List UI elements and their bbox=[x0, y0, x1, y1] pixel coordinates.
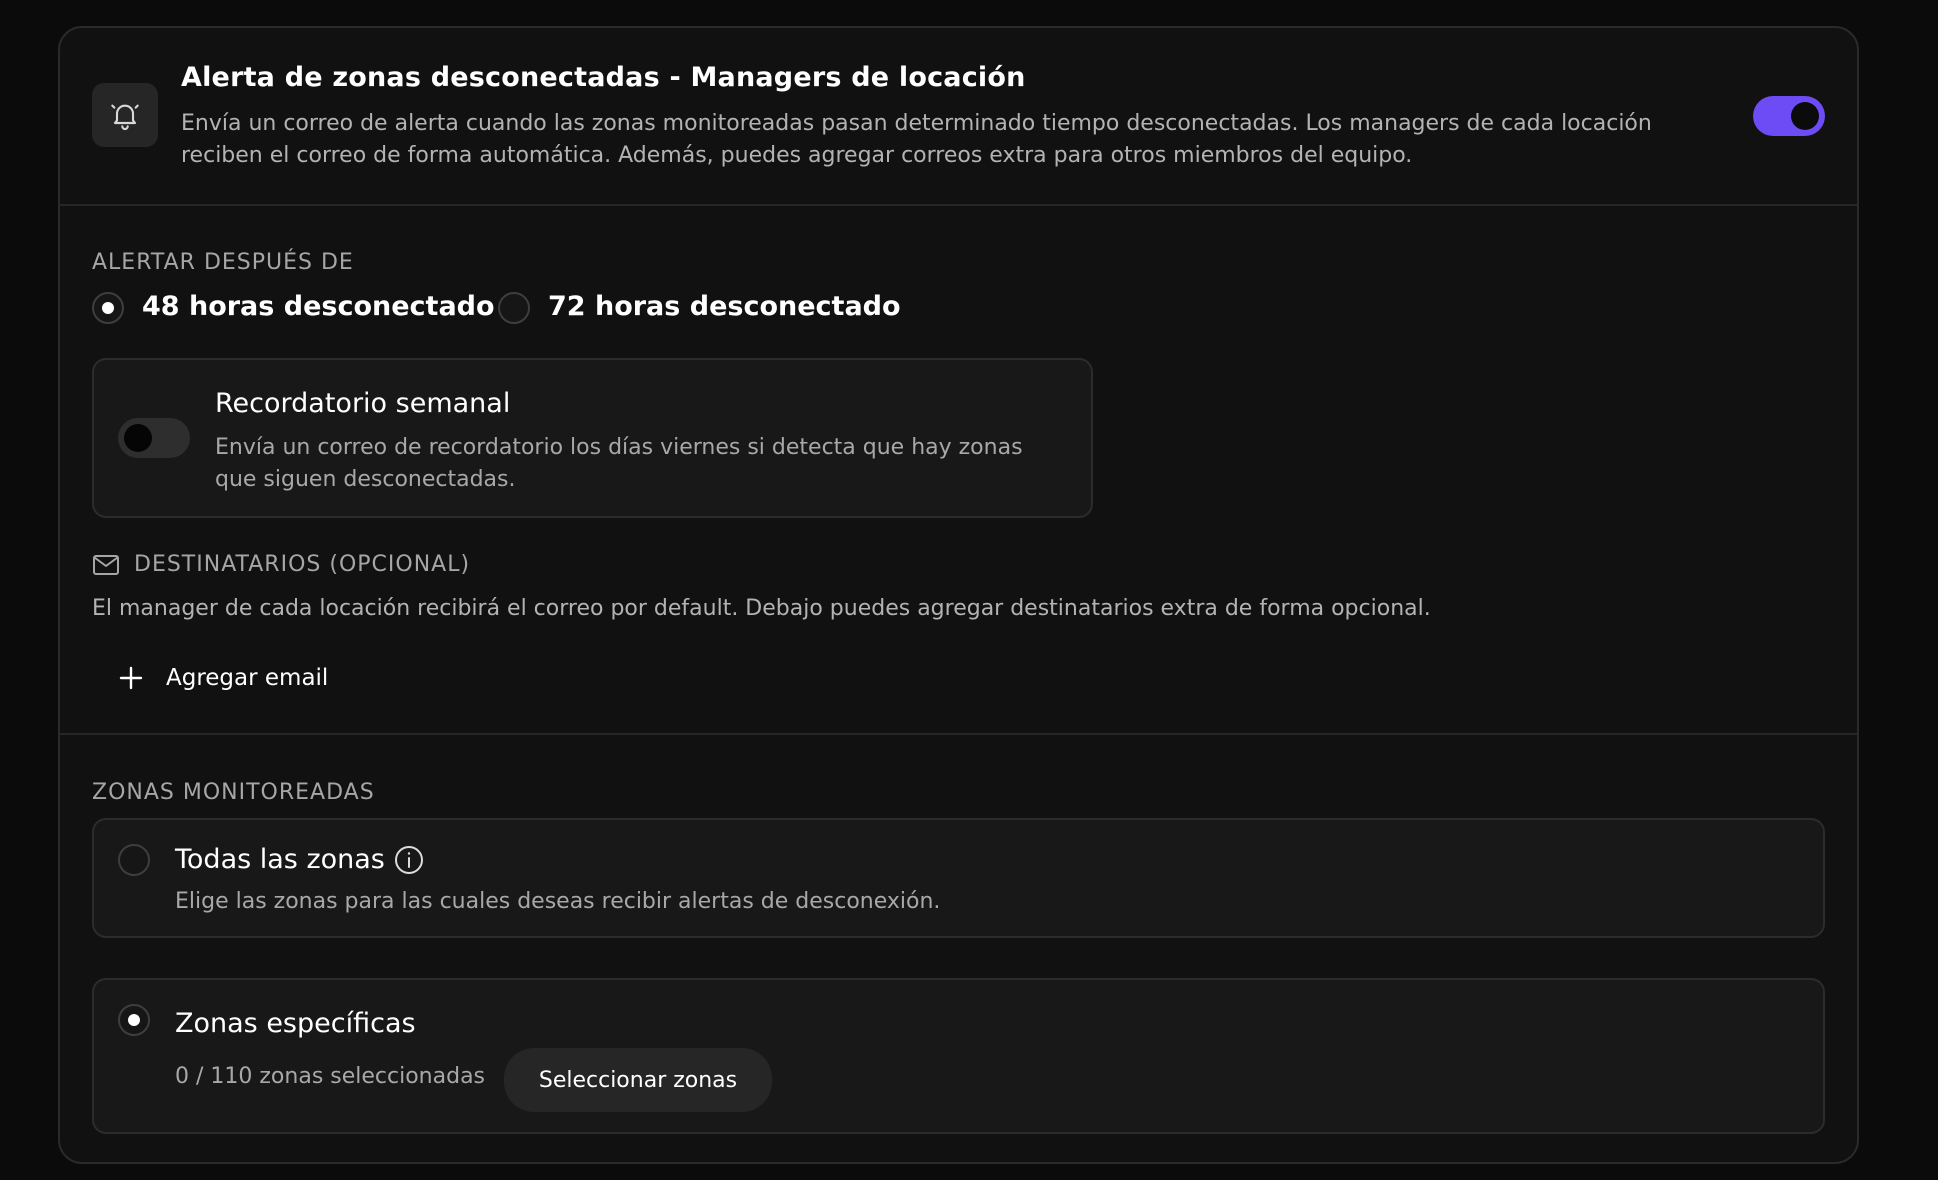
info-icon[interactable] bbox=[393, 844, 425, 876]
all-zones-title: Todas las zonas bbox=[175, 844, 385, 875]
weekly-reminder-title: Recordatorio semanal bbox=[215, 388, 511, 419]
radio-specific-zones[interactable] bbox=[118, 1004, 150, 1036]
radio-all-zones[interactable] bbox=[118, 844, 150, 876]
select-zones-button[interactable]: Seleccionar zonas bbox=[504, 1048, 772, 1112]
add-email-button[interactable]: Agregar email bbox=[118, 658, 328, 698]
alert-description: Envía un correo de alerta cuando las zon… bbox=[181, 111, 1652, 168]
mail-icon bbox=[93, 555, 119, 575]
disconnected-zones-alert-card: Alerta de zonas desconectadas - Managers… bbox=[58, 26, 1859, 1164]
weekly-reminder-description: Envía un correo de recordatorio los días… bbox=[215, 435, 1023, 492]
toggle-knob bbox=[1791, 102, 1819, 130]
specific-zones-title: Zonas específicas bbox=[175, 1008, 416, 1039]
add-email-label: Agregar email bbox=[166, 665, 329, 691]
alert-enabled-toggle[interactable] bbox=[1753, 96, 1825, 136]
alert-header: Alerta de zonas desconectadas - Managers… bbox=[60, 28, 1857, 206]
bell-icon bbox=[111, 104, 139, 130]
bell-icon-box bbox=[92, 83, 158, 147]
monitored-zones-label: ZONAS MONITOREADAS bbox=[92, 780, 375, 805]
radio-72-hours-label[interactable]: 72 horas desconectado bbox=[548, 291, 901, 322]
radio-72-hours[interactable] bbox=[498, 292, 530, 324]
alert-title: Alerta de zonas desconectadas - Managers… bbox=[181, 62, 1026, 93]
recipients-label: DESTINATARIOS (OPCIONAL) bbox=[134, 552, 471, 577]
selected-zones-counter: 0 / 110 zonas seleccionadas bbox=[175, 1064, 486, 1089]
weekly-reminder-toggle[interactable] bbox=[118, 418, 190, 458]
all-zones-option[interactable]: Todas las zonas Elige las zonas para las… bbox=[92, 818, 1825, 938]
all-zones-description: Elige las zonas para las cuales deseas r… bbox=[175, 889, 941, 914]
weekly-reminder-card: Recordatorio semanal Envía un correo de … bbox=[92, 358, 1093, 518]
toggle-knob bbox=[124, 424, 152, 452]
specific-zones-option[interactable]: Zonas específicas 0 / 110 zonas seleccio… bbox=[92, 978, 1825, 1134]
radio-48-hours-label[interactable]: 48 horas desconectado bbox=[142, 291, 495, 322]
radio-48-hours[interactable] bbox=[92, 292, 124, 324]
recipients-description: El manager de cada locación recibirá el … bbox=[92, 596, 1431, 621]
alert-after-label: ALERTAR DESPUÉS DE bbox=[92, 250, 354, 275]
plus-icon bbox=[119, 666, 143, 690]
section-divider bbox=[60, 733, 1857, 735]
